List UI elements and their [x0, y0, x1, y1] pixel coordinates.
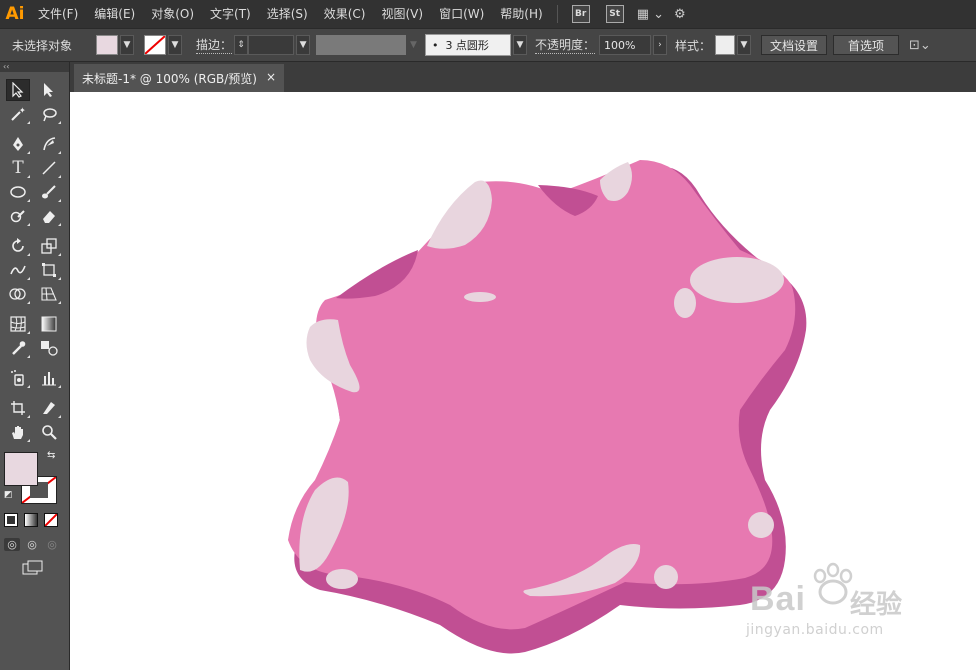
baidu-jingyan-watermark: Bai 经验 jingyan.baidu.com	[746, 562, 946, 652]
color-mode-icon[interactable]	[4, 513, 18, 527]
blob-body	[288, 160, 796, 630]
direct-selection-tool-icon[interactable]	[37, 79, 61, 101]
tools-panel: ‹‹ ✦ T ⇆ ◩ ◎ ◎ ◎	[0, 62, 70, 670]
stroke-weight-field[interactable]	[248, 35, 295, 55]
shape-builder-tool-icon[interactable]	[6, 283, 30, 305]
graphic-style-dropdown[interactable]: ▼	[736, 35, 751, 55]
draw-normal-icon[interactable]: ◎	[4, 537, 20, 551]
no-stroke-icon	[145, 36, 166, 54]
graphic-style-swatch[interactable]	[714, 35, 735, 55]
warp-tool-icon[interactable]	[6, 259, 30, 281]
preferences-button[interactable]: 首选项	[832, 35, 899, 55]
scale-tool-icon[interactable]	[37, 235, 61, 257]
draw-behind-icon[interactable]: ◎	[24, 538, 40, 551]
gradient-tool-icon[interactable]	[37, 313, 61, 335]
menu-file[interactable]: 文件(F)	[30, 0, 86, 28]
hand-tool-icon[interactable]	[6, 421, 30, 443]
eyedropper-tool-icon[interactable]	[6, 337, 30, 359]
menu-help[interactable]: 帮助(H)	[492, 0, 550, 28]
fill-color-box[interactable]	[4, 452, 38, 486]
selection-tool-icon[interactable]	[6, 79, 30, 101]
svg-text:✦: ✦	[19, 106, 26, 115]
brush-definition-value: 3 点圆形	[445, 39, 489, 52]
highlight-bottom-oval	[326, 569, 358, 589]
document-tab-bar: 未标题-1* @ 100% (RGB/预览) ×	[70, 62, 976, 92]
perspective-grid-tool-icon[interactable]	[37, 283, 61, 305]
lasso-tool-icon[interactable]	[37, 103, 61, 125]
highlight-right-dot	[748, 512, 774, 538]
draw-inside-icon[interactable]: ◎	[44, 538, 60, 551]
tools-panel-collapse[interactable]: ‹‹	[0, 62, 69, 72]
arrange-documents-icon[interactable]: ⊡⌄	[909, 38, 931, 53]
zoom-tool-icon[interactable]	[37, 421, 61, 443]
opacity-arrow[interactable]: ›	[652, 35, 667, 55]
stroke-weight-dropdown[interactable]: ▼	[296, 35, 311, 55]
close-tab-icon[interactable]: ×	[266, 70, 276, 84]
selection-status: 未选择对象	[12, 38, 73, 53]
free-transform-tool-icon[interactable]	[37, 259, 61, 281]
eraser-tool-icon[interactable]	[37, 205, 61, 227]
menu-view[interactable]: 视图(V)	[373, 0, 431, 28]
watermark-brand: Bai	[750, 580, 806, 618]
style-label: 样式：	[674, 38, 711, 53]
fill-stroke-controls: ⇆ ◩	[0, 450, 69, 508]
menu-select[interactable]: 选择(S)	[259, 0, 316, 28]
illustrator-logo: Ai	[5, 4, 25, 24]
stock-button[interactable]: St	[605, 5, 624, 23]
slice-tool-icon[interactable]	[37, 397, 61, 419]
highlight-right-small	[674, 288, 696, 318]
stroke-dropdown[interactable]: ▼	[168, 35, 183, 55]
symbol-sprayer-tool-icon[interactable]	[6, 367, 30, 389]
line-segment-tool-icon[interactable]	[37, 157, 61, 179]
highlight-bottom-dot	[654, 565, 678, 589]
control-bar: 未选择对象 ▼ ▼ 描边： ⇕ ▼ ▼ • 3 点圆形 ▼ 不透明度： 100%…	[0, 28, 976, 62]
type-tool-icon[interactable]: T	[6, 157, 30, 179]
variable-width-profile[interactable]	[316, 35, 407, 55]
none-mode-icon[interactable]	[44, 513, 58, 527]
highlight-right-large	[690, 257, 784, 303]
bridge-button[interactable]: Br	[571, 5, 590, 23]
swap-colors-icon[interactable]: ⇆	[47, 450, 55, 461]
highlight-center-dash	[464, 292, 496, 302]
paintbrush-tool-icon[interactable]	[37, 181, 61, 203]
profile-dropdown-icon: ▼	[410, 40, 417, 50]
artboard-tool-icon[interactable]	[6, 397, 30, 419]
stroke-label: 描边：	[196, 38, 233, 54]
menu-bar: Ai 文件(F) 编辑(E) 对象(O) 文字(T) 选择(S) 效果(C) 视…	[0, 0, 976, 28]
menu-type[interactable]: 文字(T)	[202, 0, 259, 28]
curvature-tool-icon[interactable]	[37, 133, 61, 155]
pen-tool-icon[interactable]	[6, 133, 30, 155]
ellipse-tool-icon[interactable]	[6, 181, 30, 203]
opacity-label: 不透明度：	[534, 38, 595, 54]
mesh-tool-icon[interactable]	[6, 313, 30, 335]
document-tab-title: 未标题-1* @ 100% (RGB/预览)	[82, 71, 257, 86]
sync-icon[interactable]: ⚙	[674, 7, 686, 22]
magic-wand-tool-icon[interactable]: ✦	[6, 103, 30, 125]
gradient-mode-icon[interactable]	[24, 513, 38, 527]
fill-swatch[interactable]	[96, 35, 119, 55]
menu-window[interactable]: 窗口(W)	[431, 0, 492, 28]
menu-divider	[556, 5, 558, 23]
fill-dropdown[interactable]: ▼	[120, 35, 135, 55]
brush-dropdown[interactable]: ▼	[512, 35, 527, 55]
menu-object[interactable]: 对象(O)	[143, 0, 202, 28]
default-colors-icon[interactable]: ◩	[4, 490, 13, 500]
menu-effect[interactable]: 效果(C)	[316, 0, 374, 28]
document-setup-button[interactable]: 文档设置	[760, 35, 827, 55]
shaper-tool-icon[interactable]	[6, 205, 30, 227]
document-tab[interactable]: 未标题-1* @ 100% (RGB/预览) ×	[74, 64, 284, 92]
stroke-weight-stepper[interactable]: ⇕	[234, 35, 249, 55]
rotate-tool-icon[interactable]	[6, 235, 30, 257]
watermark-jingyan: 经验	[850, 590, 903, 620]
blend-tool-icon[interactable]	[37, 337, 61, 359]
watermark-url: jingyan.baidu.com	[746, 622, 884, 638]
menu-edit[interactable]: 编辑(E)	[86, 0, 143, 28]
stroke-swatch[interactable]	[144, 35, 167, 55]
brush-definition-field[interactable]: • 3 点圆形	[424, 34, 511, 56]
opacity-field[interactable]: 100%	[598, 35, 651, 55]
column-graph-tool-icon[interactable]	[37, 367, 61, 389]
screen-mode-icon[interactable]	[22, 560, 44, 576]
workspace-layout-icon[interactable]: ▦ ⌄	[637, 7, 664, 22]
